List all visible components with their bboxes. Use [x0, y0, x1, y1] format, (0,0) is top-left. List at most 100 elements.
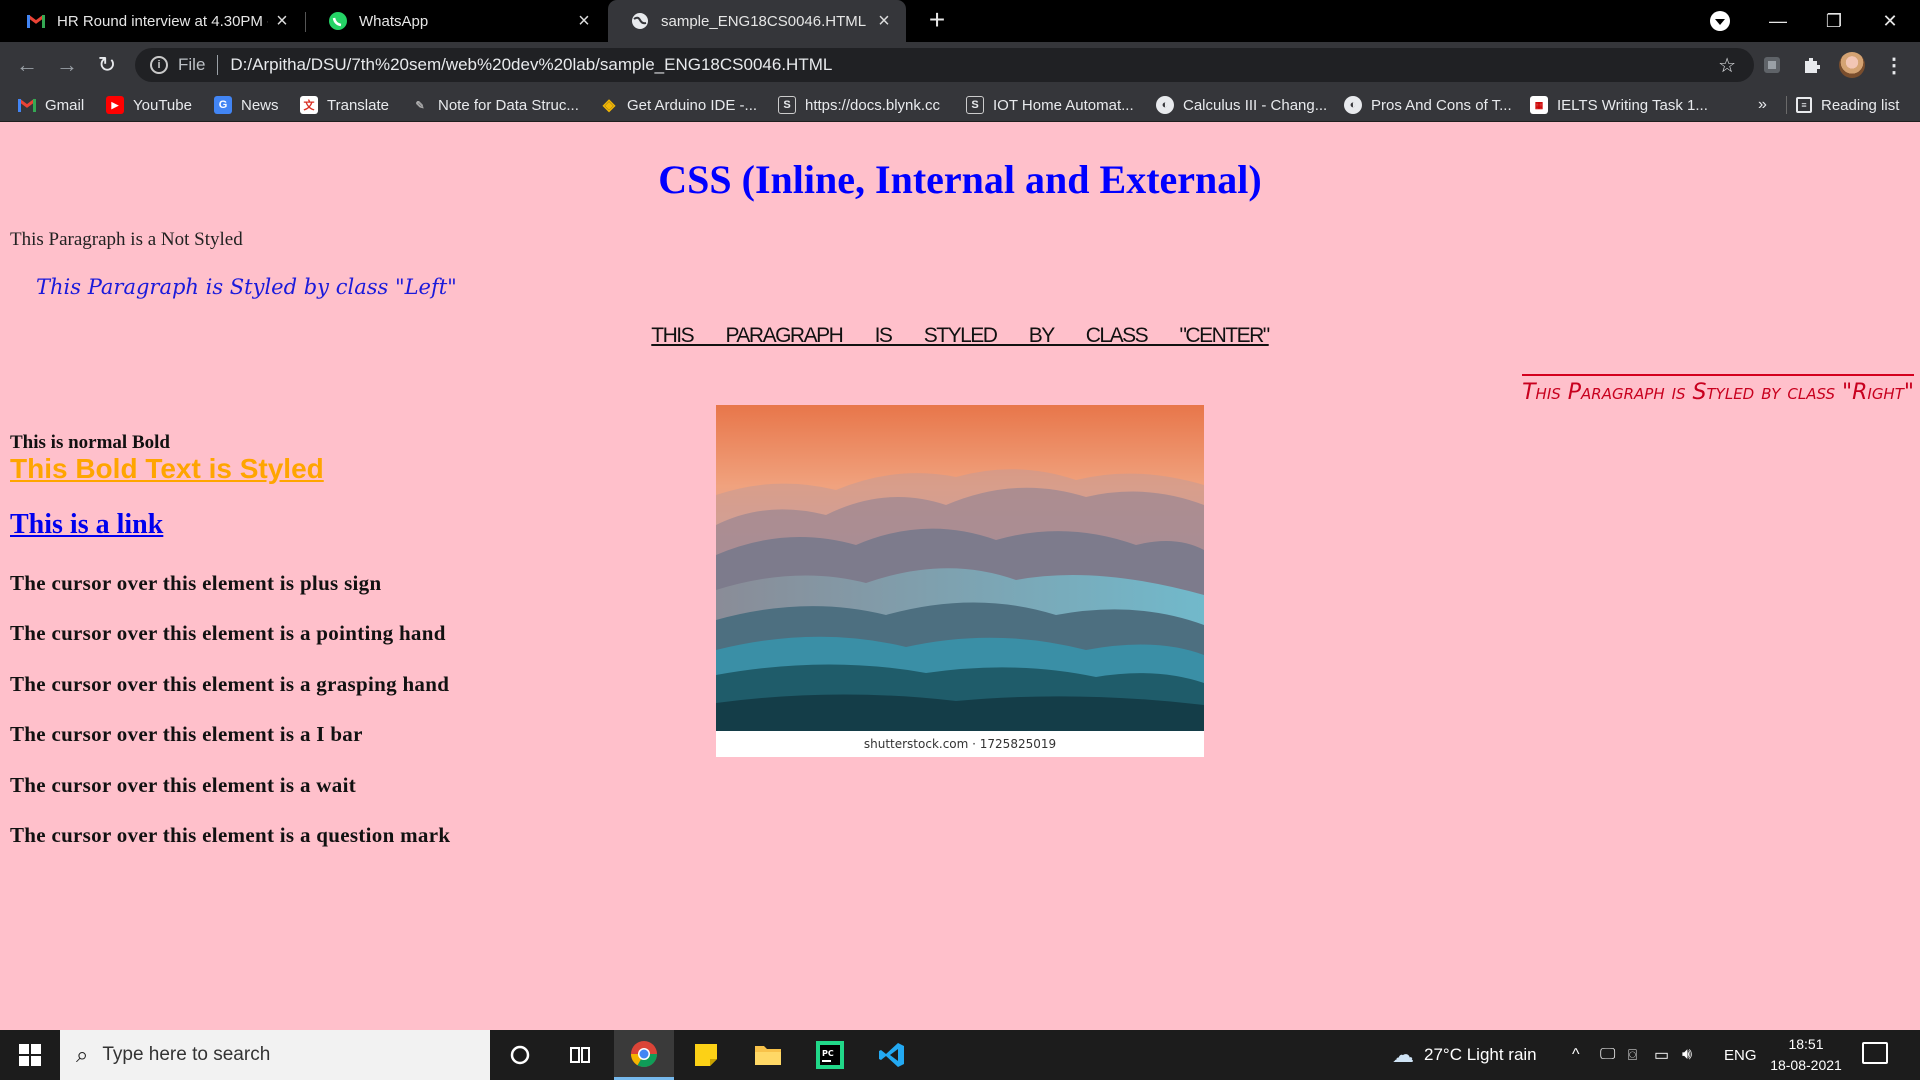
- chrome-icon[interactable]: [614, 1030, 674, 1080]
- bookmark-youtube[interactable]: ▶ YouTube: [106, 88, 192, 122]
- bookmark-star-icon[interactable]: ☆: [1718, 53, 1736, 78]
- bookmark-blynk-docs[interactable]: S https://docs.blynk.cc: [778, 88, 940, 122]
- unstyled-paragraph: This Paragraph is a Not Styled: [10, 229, 243, 250]
- bookmark-label: Get Arduino IDE -...: [627, 96, 758, 114]
- cursor-text-item[interactable]: The cursor over this element is a I bar: [10, 722, 363, 747]
- divider: [217, 55, 219, 75]
- bookmark-ielts[interactable]: ▦ IELTS Writing Task 1...: [1530, 88, 1708, 122]
- tab-search-icon[interactable]: [1710, 11, 1730, 31]
- cortana-circle-icon[interactable]: [490, 1030, 550, 1080]
- cursor-help-item[interactable]: The cursor over this element is a questi…: [10, 823, 450, 848]
- bookmark-label: IELTS Writing Task 1...: [1557, 96, 1708, 114]
- minimize-icon[interactable]: —: [1748, 0, 1808, 42]
- center-class-paragraph: THIS PARAGRAPH IS STYLED BY CLASS "CENTE…: [651, 324, 1270, 347]
- globe-icon: [630, 11, 650, 31]
- gmail-icon: [18, 96, 36, 114]
- battery-icon[interactable]: ▭: [1654, 1030, 1669, 1080]
- cloud-rain-icon: ☁: [1392, 1042, 1414, 1067]
- forward-arrow-icon[interactable]: →: [52, 50, 82, 80]
- language-indicator[interactable]: ENG: [1724, 1030, 1757, 1080]
- youtube-icon: ▶: [106, 96, 124, 114]
- note-icon: ✎: [415, 99, 425, 112]
- tab-gmail[interactable]: HR Round interview at 4.30PM - ×: [4, 0, 304, 42]
- web-page: CSS (Inline, Internal and External) This…: [0, 122, 1920, 1030]
- tab-sample-html[interactable]: sample_ENG18CS0046.HTML ×: [608, 0, 906, 42]
- browser-toolbar: ← → ↻ i File D:/Arpitha/DSU/7th%20sem/we…: [0, 42, 1920, 88]
- bookmark-arduino[interactable]: ◈ Get Arduino IDE -...: [600, 88, 757, 122]
- bookmark-label: https://docs.blynk.cc: [805, 96, 941, 114]
- pycharm-icon[interactable]: PC: [800, 1030, 860, 1080]
- info-icon[interactable]: i: [150, 56, 168, 74]
- right-class-paragraph: This Paragraph is Styled by class "Right…: [1522, 374, 1914, 405]
- url-text[interactable]: D:/Arpitha/DSU/7th%20sem/web%20dev%20lab…: [230, 55, 832, 75]
- url-scheme: File: [178, 55, 206, 74]
- ielts-icon: ▦: [1530, 96, 1548, 114]
- bookmark-label: Translate: [327, 96, 389, 114]
- cursor-crosshair-item[interactable]: The cursor over this element is plus sig…: [10, 571, 381, 596]
- more-menu-icon[interactable]: ⋮: [1881, 52, 1907, 78]
- bookmarks-bar: Gmail ▶ YouTube G News 文 Translate ✎ Not…: [0, 88, 1920, 122]
- profile-avatar[interactable]: [1839, 52, 1865, 78]
- bookmark-label: Gmail: [45, 96, 85, 114]
- normal-bold-text: This is normal Bold: [10, 432, 170, 453]
- globe-icon: ◐: [1344, 96, 1362, 114]
- close-icon[interactable]: ×: [870, 10, 898, 33]
- arduino-icon: ◈: [602, 97, 616, 114]
- bookmark-iot-home[interactable]: S IOT Home Automat...: [966, 88, 1134, 122]
- vscode-icon[interactable]: [862, 1030, 922, 1080]
- extensions-puzzle-icon[interactable]: [1799, 52, 1825, 78]
- device-icon[interactable]: ⌼: [1628, 1030, 1637, 1080]
- notification-center-icon[interactable]: [1862, 1042, 1888, 1064]
- address-bar[interactable]: i File D:/Arpitha/DSU/7th%20sem/web%20de…: [135, 48, 1754, 82]
- new-tab-plus-icon[interactable]: +: [922, 6, 952, 36]
- cursor-wait-item[interactable]: The cursor over this element is a wait: [10, 773, 356, 798]
- tab-title: HR Round interview at 4.30PM -: [57, 12, 268, 30]
- tab-strip: HR Round interview at 4.30PM - × WhatsAp…: [0, 0, 1920, 42]
- taskbar-search-box[interactable]: ⌕ Type here to search: [60, 1030, 490, 1080]
- close-icon[interactable]: ×: [268, 10, 296, 33]
- restore-icon[interactable]: ❐: [1804, 0, 1864, 42]
- reload-icon[interactable]: ↻: [92, 50, 122, 80]
- bookmark-label: YouTube: [133, 96, 192, 114]
- clock-time: 18:51: [1788, 1036, 1824, 1052]
- styled-bold-text: This Bold Text is Styled: [10, 453, 324, 484]
- clock-date: 18-08-2021: [1770, 1057, 1842, 1073]
- search-placeholder: Type here to search: [102, 1044, 271, 1065]
- bookmark-news[interactable]: G News: [214, 88, 279, 122]
- close-icon[interactable]: ×: [570, 10, 598, 33]
- sticky-notes-icon[interactable]: [676, 1030, 736, 1080]
- task-view-icon[interactable]: [550, 1030, 610, 1080]
- google-news-icon: G: [214, 96, 232, 114]
- bookmark-gmail[interactable]: Gmail: [18, 88, 84, 122]
- network-icon[interactable]: 🖵: [1600, 1030, 1615, 1080]
- weather-widget[interactable]: ☁ 27°C Light rain: [1392, 1030, 1537, 1080]
- bookmark-translate[interactable]: 文 Translate: [300, 88, 389, 122]
- globe-icon: ◐: [1156, 96, 1174, 114]
- bookmark-calculus[interactable]: ◐ Calculus III - Chang...: [1156, 88, 1327, 122]
- reading-list-button[interactable]: ≡ Reading list: [1796, 88, 1899, 122]
- cursor-pointer-item[interactable]: The cursor over this element is a pointi…: [10, 621, 446, 646]
- tab-whatsapp[interactable]: WhatsApp ×: [306, 0, 606, 42]
- volume-icon[interactable]: 🔊︎: [1682, 1030, 1692, 1080]
- s-site-icon: S: [778, 96, 796, 114]
- translate-icon: 文: [300, 96, 318, 114]
- page-title: CSS (Inline, Internal and External): [658, 157, 1262, 202]
- page-link[interactable]: This is a link: [10, 509, 163, 541]
- bookmark-note-data-struc[interactable]: ✎ Note for Data Struc...: [411, 88, 579, 122]
- windows-start-icon[interactable]: [0, 1030, 60, 1080]
- system-clock[interactable]: 18:51 18-08-2021: [1768, 1034, 1844, 1076]
- tab-title: WhatsApp: [359, 12, 429, 30]
- back-arrow-icon[interactable]: ←: [12, 50, 42, 80]
- bookmarks-overflow-chevron-icon[interactable]: »: [1758, 88, 1767, 122]
- show-hidden-icons-chevron-icon[interactable]: ^: [1572, 1030, 1580, 1080]
- whatsapp-icon: [328, 11, 348, 31]
- cursor-grab-item[interactable]: The cursor over this element is a graspi…: [10, 672, 449, 697]
- gmail-icon: [26, 11, 46, 31]
- file-explorer-icon[interactable]: [738, 1030, 798, 1080]
- tab-title: sample_ENG18CS0046.HTML: [661, 12, 867, 30]
- reading-list-icon: ≡: [1796, 97, 1812, 113]
- bookmark-pros-cons[interactable]: ◐ Pros And Cons of T...: [1344, 88, 1512, 122]
- extension-square-icon[interactable]: [1759, 52, 1785, 78]
- bookmark-label: Calculus III - Chang...: [1183, 96, 1328, 114]
- window-close-icon[interactable]: ✕: [1860, 0, 1920, 42]
